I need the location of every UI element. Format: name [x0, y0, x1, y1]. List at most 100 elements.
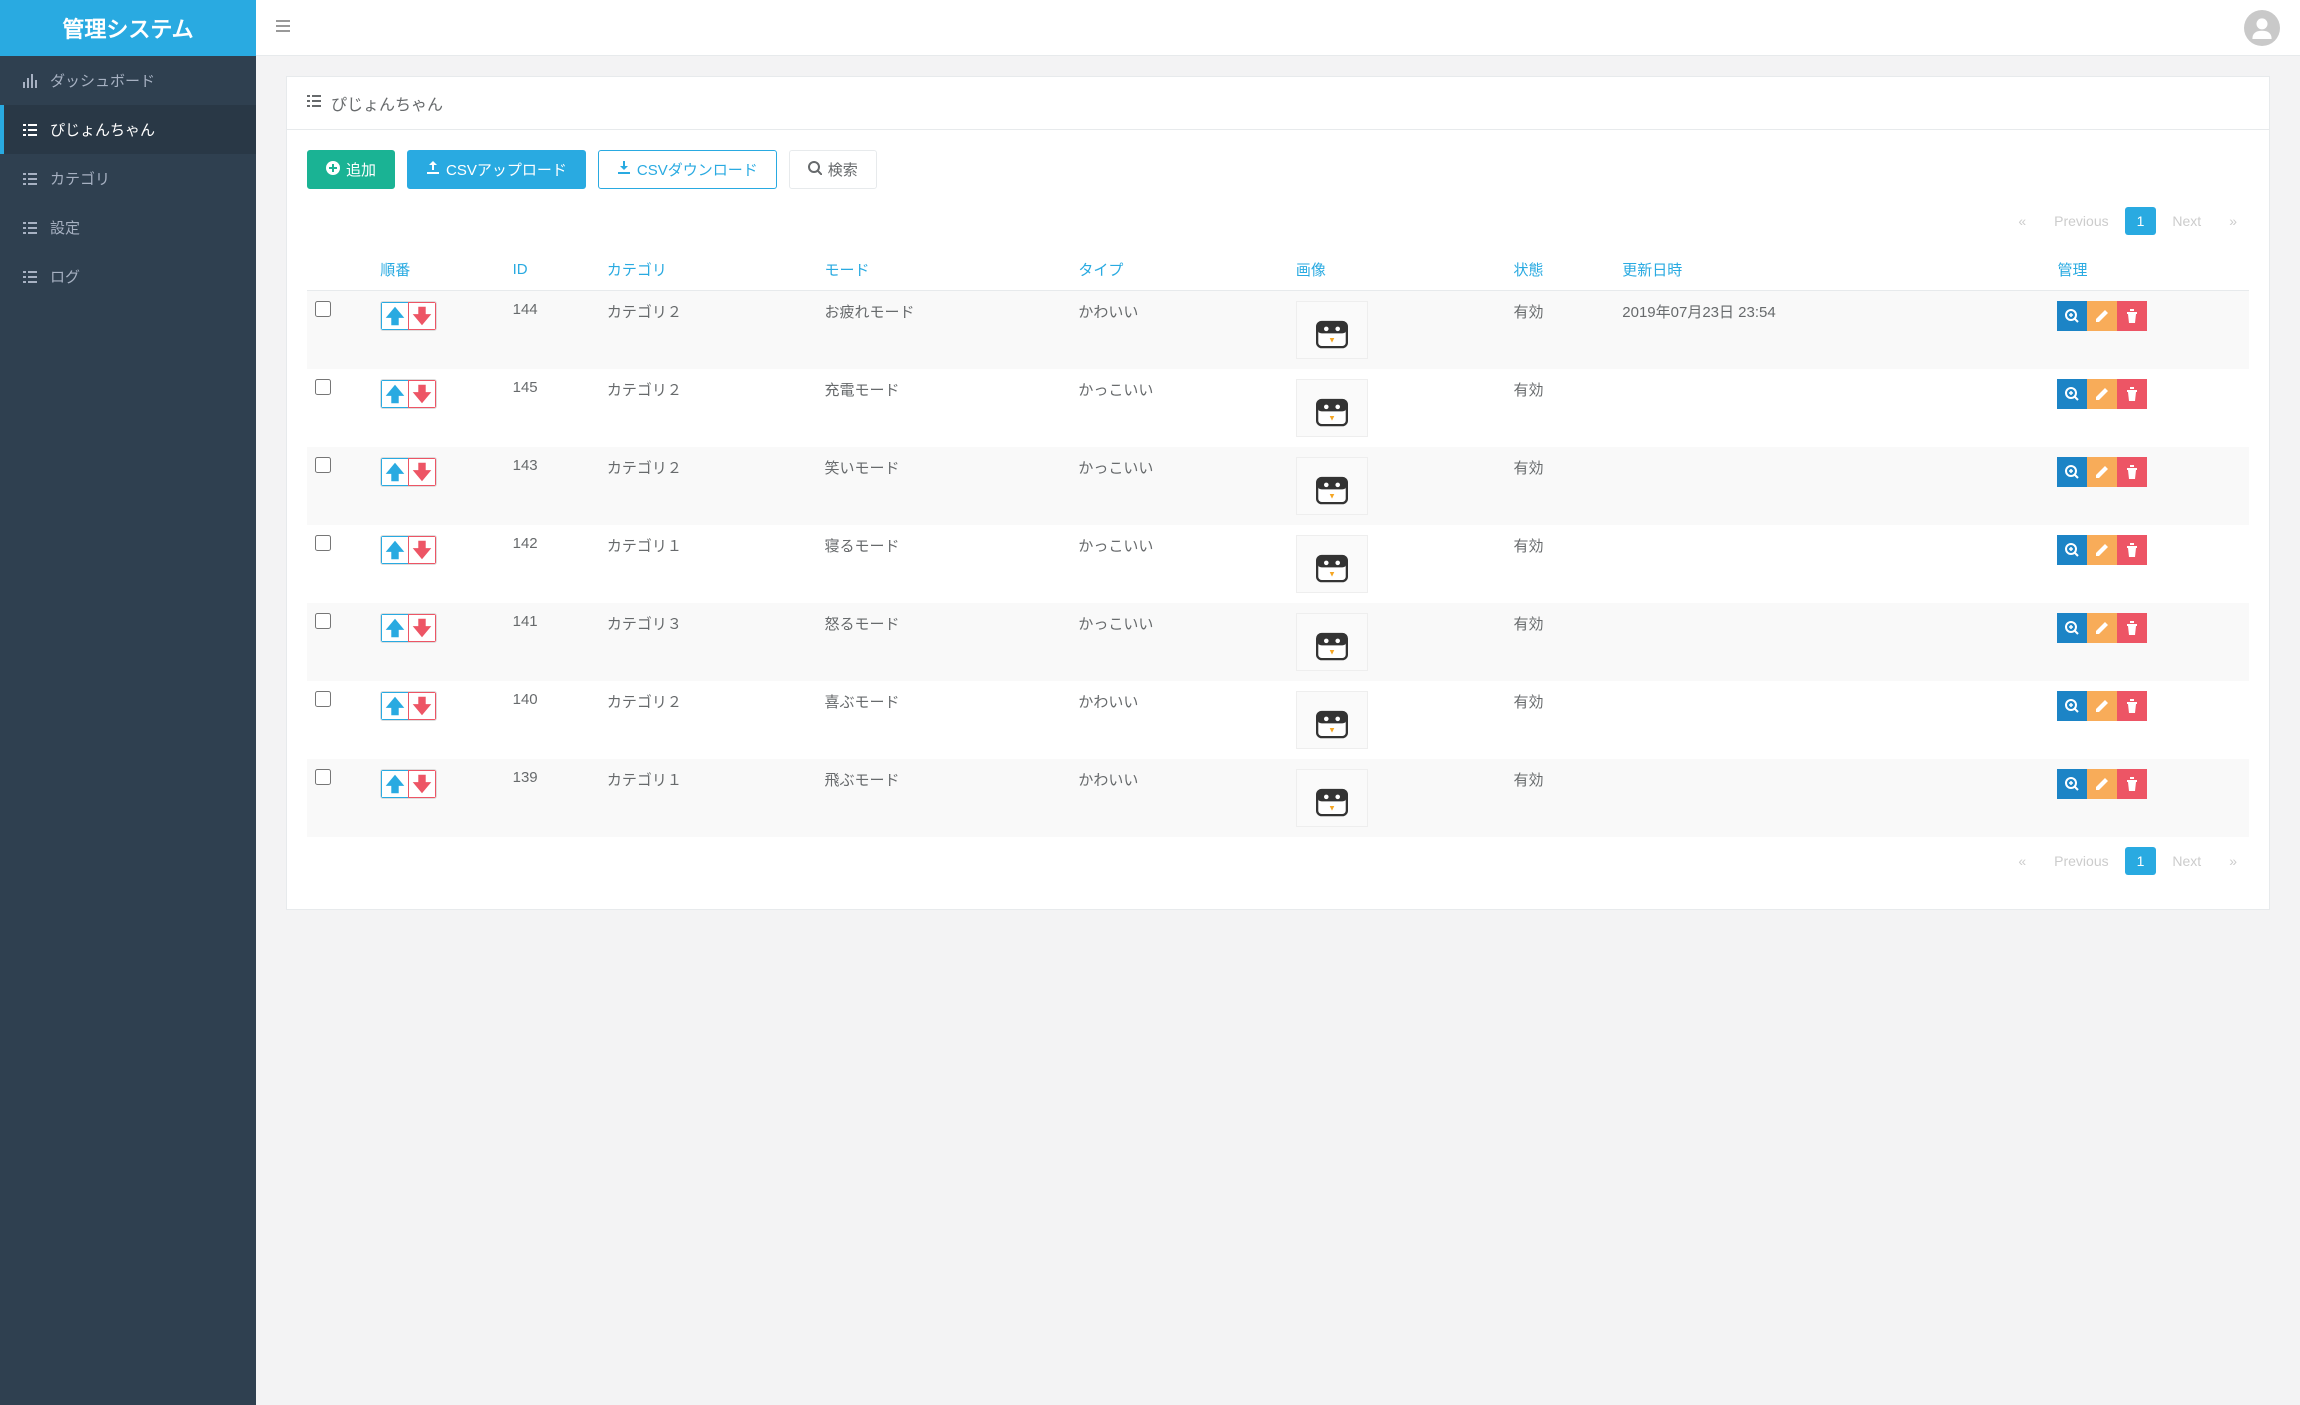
th-manage[interactable]: 管理: [2049, 249, 2249, 291]
cell-status: 有効: [1505, 291, 1614, 370]
cell-category: カテゴリ２: [599, 447, 817, 525]
sidebar-item-3[interactable]: 設定: [0, 203, 256, 252]
cell-status: 有効: [1505, 447, 1614, 525]
row-checkbox[interactable]: [315, 457, 331, 473]
row-checkbox[interactable]: [315, 379, 331, 395]
th-updated[interactable]: 更新日時: [1614, 249, 2049, 291]
thumbnail: [1296, 301, 1368, 359]
delete-button[interactable]: [2117, 379, 2147, 409]
view-button[interactable]: [2057, 379, 2087, 409]
upload-icon: [426, 161, 440, 179]
chart-bar-icon: [20, 74, 40, 88]
move-down-button[interactable]: [408, 302, 436, 330]
cell-status: 有効: [1505, 603, 1614, 681]
page-first[interactable]: «: [2006, 847, 2038, 875]
page-last[interactable]: »: [2217, 847, 2249, 875]
csv-download-button[interactable]: CSVダウンロード: [598, 150, 777, 189]
search-button[interactable]: 検索: [789, 150, 877, 189]
page-next[interactable]: Next: [2160, 847, 2213, 875]
move-down-button[interactable]: [408, 692, 436, 720]
edit-button[interactable]: [2087, 691, 2117, 721]
move-up-button[interactable]: [381, 302, 409, 330]
page-current[interactable]: 1: [2125, 847, 2157, 875]
csv-upload-button[interactable]: CSVアップロード: [407, 150, 586, 189]
page-prev[interactable]: Previous: [2042, 847, 2120, 875]
th-mode[interactable]: モード: [816, 249, 1070, 291]
table-row: 144カテゴリ２お疲れモードかわいい有効2019年07月23日 23:54: [307, 291, 2249, 370]
view-button[interactable]: [2057, 457, 2087, 487]
edit-button[interactable]: [2087, 301, 2117, 331]
delete-button[interactable]: [2117, 769, 2147, 799]
th-image[interactable]: 画像: [1288, 249, 1506, 291]
cell-status: 有効: [1505, 681, 1614, 759]
row-checkbox[interactable]: [315, 535, 331, 551]
move-down-button[interactable]: [408, 614, 436, 642]
sidebar-item-4[interactable]: ログ: [0, 252, 256, 301]
delete-button[interactable]: [2117, 535, 2147, 565]
row-checkbox[interactable]: [315, 769, 331, 785]
edit-button[interactable]: [2087, 535, 2117, 565]
move-up-button[interactable]: [381, 458, 409, 486]
delete-button[interactable]: [2117, 301, 2147, 331]
sidebar-item-1[interactable]: ぴじょんちゃん: [0, 105, 256, 154]
th-category[interactable]: カテゴリ: [599, 249, 817, 291]
page-first[interactable]: «: [2006, 207, 2038, 235]
move-up-button[interactable]: [381, 770, 409, 798]
move-down-button[interactable]: [408, 536, 436, 564]
view-button[interactable]: [2057, 301, 2087, 331]
move-down-button[interactable]: [408, 380, 436, 408]
edit-button[interactable]: [2087, 379, 2117, 409]
cell-updated: 2019年07月23日 23:54: [1614, 291, 2049, 370]
th-id[interactable]: ID: [505, 249, 599, 291]
move-down-button[interactable]: [408, 458, 436, 486]
sidebar: 管理システム ダッシュボードぴじょんちゃんカテゴリ設定ログ: [0, 0, 256, 1405]
delete-button[interactable]: [2117, 457, 2147, 487]
row-checkbox[interactable]: [315, 613, 331, 629]
sidebar-item-0[interactable]: ダッシュボード: [0, 56, 256, 105]
sidebar-item-2[interactable]: カテゴリ: [0, 154, 256, 203]
view-button[interactable]: [2057, 535, 2087, 565]
delete-button[interactable]: [2117, 691, 2147, 721]
edit-button[interactable]: [2087, 457, 2117, 487]
th-order[interactable]: 順番: [372, 249, 504, 291]
cell-updated: [1614, 603, 2049, 681]
menu-toggle-icon[interactable]: [276, 17, 290, 38]
row-checkbox[interactable]: [315, 691, 331, 707]
move-down-button[interactable]: [408, 770, 436, 798]
sidebar-item-label: ぴじょんちゃん: [50, 119, 155, 140]
view-button[interactable]: [2057, 769, 2087, 799]
move-up-button[interactable]: [381, 380, 409, 408]
add-button[interactable]: 追加: [307, 150, 395, 189]
cell-mode: 充電モード: [816, 369, 1070, 447]
cell-id: 141: [505, 603, 599, 681]
row-checkbox[interactable]: [315, 301, 331, 317]
list-icon: [307, 94, 321, 113]
page-last[interactable]: »: [2217, 207, 2249, 235]
cell-type: かっこいい: [1070, 603, 1288, 681]
th-type[interactable]: タイプ: [1070, 249, 1288, 291]
cell-updated: [1614, 759, 2049, 837]
cell-type: かっこいい: [1070, 447, 1288, 525]
th-status[interactable]: 状態: [1505, 249, 1614, 291]
cell-updated: [1614, 681, 2049, 759]
view-button[interactable]: [2057, 691, 2087, 721]
page-current[interactable]: 1: [2125, 207, 2157, 235]
edit-button[interactable]: [2087, 613, 2117, 643]
cell-category: カテゴリ２: [599, 681, 817, 759]
thumbnail: [1296, 535, 1368, 593]
move-up-button[interactable]: [381, 536, 409, 564]
view-button[interactable]: [2057, 613, 2087, 643]
move-up-button[interactable]: [381, 692, 409, 720]
edit-button[interactable]: [2087, 769, 2117, 799]
delete-button[interactable]: [2117, 613, 2147, 643]
avatar[interactable]: [2244, 10, 2280, 46]
cell-type: かわいい: [1070, 291, 1288, 370]
cell-status: 有効: [1505, 759, 1614, 837]
page-next[interactable]: Next: [2160, 207, 2213, 235]
cell-mode: 怒るモード: [816, 603, 1070, 681]
list-icon: [20, 221, 40, 235]
move-up-button[interactable]: [381, 614, 409, 642]
thumbnail: [1296, 379, 1368, 437]
page-prev[interactable]: Previous: [2042, 207, 2120, 235]
cell-id: 144: [505, 291, 599, 370]
